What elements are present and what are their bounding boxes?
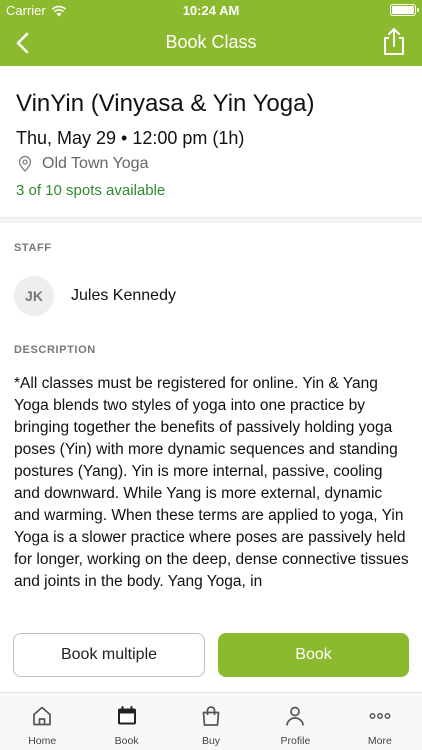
staff-name: Jules Kennedy [71,287,176,304]
staff-section-label: STAFF [14,242,52,254]
share-icon[interactable] [380,27,408,57]
tab-home-label: Home [28,735,57,747]
book-multiple-button[interactable]: Book multiple [13,633,205,677]
tab-home[interactable]: Home [0,693,84,750]
tab-book[interactable]: Book [84,693,168,750]
tab-more[interactable]: More [338,693,422,750]
tab-more-label: More [367,735,392,747]
book-button[interactable]: Book [218,633,409,677]
more-dots-icon [369,713,391,719]
location-label: Old Town Yoga [42,155,149,172]
battery-icon [390,4,419,16]
nav-bar: Book Class [0,20,422,66]
tab-profile[interactable]: Profile [253,693,337,750]
location-pin-icon [18,155,32,172]
tab-buy-label: Buy [201,735,221,747]
tab-buy[interactable]: Buy [169,693,253,750]
tab-profile-label: Profile [280,735,311,747]
class-datetime: Thu, May 29 • 12:00 pm (1h) [16,128,245,148]
class-title: VinYin (Vinyasa & Yin Yoga) [16,90,315,117]
description-text: *All classes must be registered for onli… [14,375,409,590]
person-icon [286,706,305,726]
status-bar: Carrier 10:24 AM [0,0,422,20]
calendar-icon [117,706,136,725]
tab-book-label: Book [114,735,139,747]
home-icon [33,706,52,726]
avatar: JK [14,276,54,316]
staff-row[interactable]: JK Jules Kennedy [14,276,176,316]
spots-available: 3 of 10 spots available [16,182,166,199]
section-divider [0,218,422,223]
class-location[interactable]: Old Town Yoga [16,155,148,173]
page-title: Book Class [165,32,257,52]
tab-bar: Home Book Buy Profile More [0,692,422,750]
description-section-label: DESCRIPTION [14,344,96,356]
shopping-bag-icon [202,706,220,726]
class-header: VinYin (Vinyasa & Yin Yoga) Thu, May 29 … [0,66,422,218]
action-bar: Book multiple Book [0,620,422,692]
status-time: 10:24 AM [182,3,240,18]
